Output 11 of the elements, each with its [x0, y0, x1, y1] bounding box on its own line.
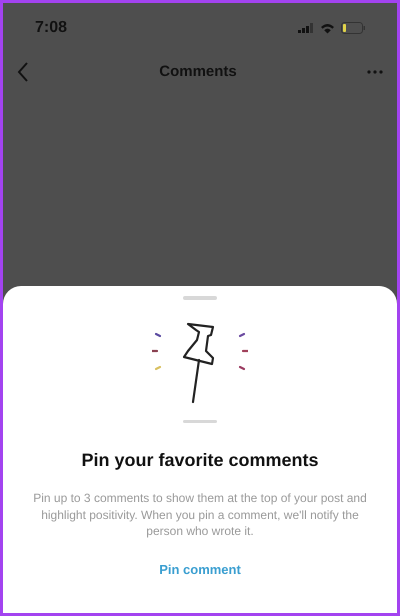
more-icon[interactable] [366, 70, 383, 74]
status-time: 7:08 [35, 18, 68, 38]
signal-icon [298, 23, 314, 33]
screen-title: Comments [159, 62, 237, 82]
sheet-description: Pin up to 3 comments to show them at the top of your post and highlight positivity. When you pin a comment, we'll notify the person who wrote it. [32, 490, 368, 540]
pin-comment-button[interactable]: Pin comment [159, 560, 241, 579]
wifi-icon [320, 22, 335, 34]
battery-icon [341, 22, 365, 34]
drag-handle[interactable] [183, 296, 217, 300]
back-icon[interactable] [17, 62, 29, 82]
sheet-title: Pin your favorite comments [81, 449, 319, 472]
